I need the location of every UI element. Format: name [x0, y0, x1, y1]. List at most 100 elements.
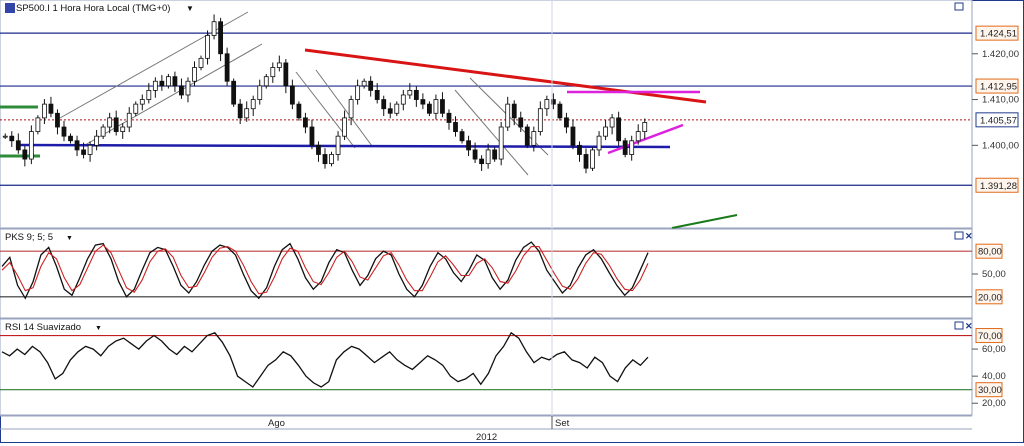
candle-body	[68, 135, 73, 142]
rsi-dropdown-icon[interactable]: ▼	[95, 325, 102, 332]
candle-body	[440, 99, 445, 114]
rsi-plot-area	[0, 318, 973, 416]
rsi-close-icon[interactable]: ✕	[965, 321, 973, 331]
osc-level-label: 70,00	[978, 331, 1002, 342]
candle-body	[263, 76, 269, 87]
candle-body	[257, 85, 263, 100]
candle-body	[642, 122, 648, 132]
candle-body	[100, 126, 106, 137]
candle-body	[492, 149, 498, 160]
candle-body	[361, 80, 367, 87]
candle-body	[381, 99, 387, 110]
price-y-tick-label: 1.410,00	[982, 95, 1019, 106]
candle-body	[531, 131, 537, 146]
rsi-panel-title: RSI 14 Suavizado	[5, 322, 81, 333]
candle-body	[322, 154, 328, 165]
candle-body	[394, 103, 400, 114]
candle-body	[211, 21, 217, 36]
candle-body	[192, 67, 197, 82]
title-dropdown-icon[interactable]: ▼	[186, 4, 194, 13]
candle-body	[433, 99, 439, 114]
candle-body	[35, 117, 41, 133]
symbol-icon	[5, 3, 15, 13]
candle-body	[139, 99, 145, 105]
candle-body	[231, 80, 237, 105]
candle-body	[309, 126, 315, 146]
candle-body	[237, 103, 243, 119]
candle-body	[335, 135, 341, 155]
candle-body	[557, 103, 563, 119]
x-label-set: Set	[555, 418, 570, 429]
candle-body	[622, 140, 628, 155]
candle-body	[316, 144, 321, 155]
candle-body	[413, 90, 419, 100]
price-level-label: 1.412,95	[980, 82, 1017, 93]
candle-body	[198, 57, 204, 68]
pks-dropdown-icon[interactable]: ▼	[66, 235, 73, 242]
candle-body	[342, 117, 347, 137]
osc-y-tick-label: 20,00	[982, 398, 1006, 409]
candle-body	[126, 112, 132, 128]
chart-window: 1.420,00 1.410,00 1.400,00 1.424,51 1.412,9…	[0, 0, 1024, 443]
osc-level-label: 80,00	[978, 247, 1002, 258]
candle-body	[276, 62, 282, 68]
x-label-ago: Ago	[268, 418, 285, 429]
candle-body	[165, 76, 171, 87]
candle-body	[81, 149, 86, 155]
candle-body	[250, 99, 256, 110]
candle-body	[537, 108, 543, 133]
candle-body	[348, 99, 354, 119]
candle-body	[107, 117, 113, 128]
price-y-tick-label: 1.420,00	[982, 49, 1019, 60]
candle-body	[185, 80, 191, 96]
candle-body	[609, 117, 615, 128]
candle-body	[146, 90, 152, 100]
candle-body	[596, 135, 602, 151]
candle-body	[427, 103, 432, 114]
candle-body	[42, 103, 47, 119]
candle-body	[329, 154, 334, 165]
candle-body	[28, 131, 34, 160]
candle-body	[420, 99, 426, 105]
candle-body	[9, 135, 15, 142]
candle-body	[355, 85, 361, 100]
candle-body	[524, 126, 530, 146]
candle-body	[485, 149, 491, 165]
candle-body	[479, 158, 485, 165]
candle-body	[407, 90, 413, 96]
candle-body	[374, 90, 380, 100]
candle-body	[446, 112, 452, 123]
osc-y-tick-label: 50,00	[982, 269, 1006, 280]
candle-body	[152, 80, 158, 91]
candle-body	[87, 144, 93, 155]
osc-y-tick-label: 40,00	[982, 371, 1006, 382]
candle-body	[498, 126, 504, 160]
candle-body	[283, 62, 289, 87]
candle-body	[55, 112, 60, 128]
candle-body	[120, 126, 126, 133]
candle-body	[159, 80, 165, 87]
pks-close-icon[interactable]: ✕	[965, 231, 973, 241]
candle-body	[564, 117, 569, 128]
price-plot-area	[0, 0, 973, 229]
osc-level-label: 30,00	[978, 385, 1002, 396]
candle-body	[179, 85, 184, 96]
candle-body	[74, 140, 80, 151]
candle-body	[2, 135, 8, 138]
candle-body	[570, 126, 576, 146]
candle-body	[113, 117, 119, 133]
candle-body	[15, 140, 21, 151]
candle-body	[472, 149, 478, 160]
candle-body	[505, 103, 511, 128]
pks-panel: 80,00 20,00 50,00 PKS 9; 5; 5 ▼ ✕	[0, 228, 1006, 319]
candle-body	[368, 80, 374, 91]
price-panel-title: SP500.I 1 Hora Hora Local (TMG+0)	[16, 3, 170, 14]
candle-body	[133, 103, 139, 114]
candle-body	[466, 140, 471, 151]
price-level-label: 1.391,28	[980, 181, 1017, 192]
rsi-panel: 70,00 30,00 60,00 40,00 20,00 RSI 14 Suaviza…	[0, 318, 1006, 416]
price-y-tick-label: 1.400,00	[982, 140, 1019, 151]
candle-body	[518, 117, 524, 128]
price-panel: 1.420,00 1.410,00 1.400,00 1.424,51 1.412,9…	[0, 0, 1019, 229]
candle-body	[400, 94, 406, 105]
